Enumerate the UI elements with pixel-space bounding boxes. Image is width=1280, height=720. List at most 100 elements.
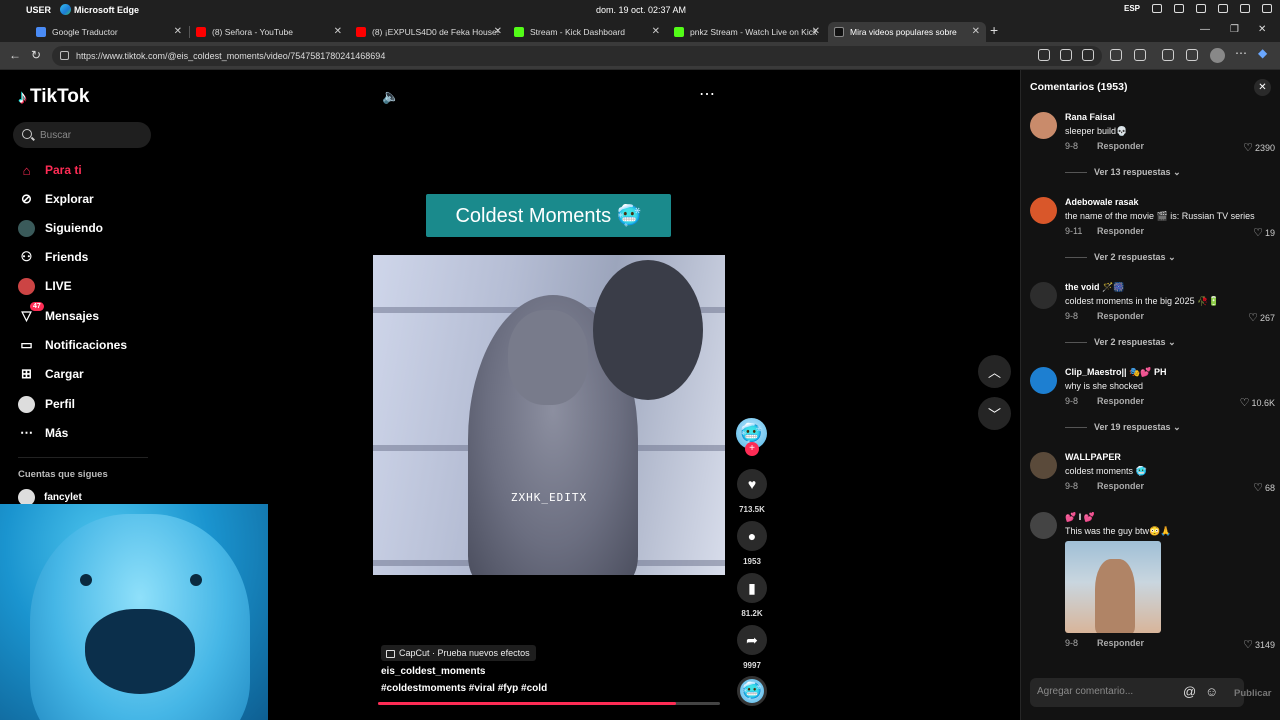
like-action[interactable]: ♥ 713.5K — [736, 469, 768, 514]
close-icon[interactable]: ✕ — [812, 26, 820, 37]
comment-input[interactable]: Agregar comentario... @ ☺ — [1030, 678, 1244, 707]
effect-tag[interactable]: CapCut · Prueba nuevos efectos — [381, 645, 536, 661]
nav-mas[interactable]: ⋯ Más — [18, 423, 68, 443]
next-video-button[interactable]: ﹀ — [978, 397, 1011, 430]
close-comments-button[interactable]: ✕ — [1254, 79, 1271, 96]
avatar[interactable] — [1030, 282, 1057, 309]
comment-like[interactable]: ♡ 267 — [1248, 311, 1275, 324]
heart-icon[interactable]: ♥ — [737, 469, 767, 499]
nav-notificaciones[interactable]: ▭ Notificaciones — [18, 335, 127, 355]
comment-author[interactable]: WALLPAPER — [1065, 452, 1121, 462]
comment-like[interactable]: ♡ 3149 — [1243, 638, 1275, 651]
close-icon[interactable]: ✕ — [494, 26, 502, 37]
mention-icon[interactable]: @ — [1183, 684, 1196, 699]
extension-icon[interactable] — [1110, 49, 1122, 61]
translate-page-icon[interactable] — [1060, 49, 1072, 61]
reload-button[interactable]: ↻ — [31, 48, 41, 62]
more-options-icon[interactable]: ⋯ — [699, 84, 715, 104]
minimize-button[interactable]: — — [1200, 24, 1210, 35]
close-window-button[interactable]: ✕ — [1258, 24, 1266, 35]
nav-friends[interactable]: ⚇ Friends — [18, 247, 89, 267]
comment-author[interactable]: Clip_Maestro|| 🎭💕 PH — [1065, 367, 1166, 378]
tab-kick-dashboard[interactable]: Stream - Kick Dashboard ✕ — [508, 22, 666, 42]
comment-icon[interactable]: ● — [737, 521, 767, 551]
nav-cargar[interactable]: ⊞ Cargar — [18, 364, 84, 384]
video-progress-bar[interactable] — [378, 702, 720, 705]
close-icon[interactable]: ✕ — [972, 26, 980, 37]
avatar[interactable] — [1030, 512, 1057, 539]
split-screen-icon[interactable] — [1038, 49, 1050, 61]
close-icon[interactable]: ✕ — [334, 26, 342, 37]
extensions-puzzle-icon[interactable] — [1134, 49, 1146, 61]
reply-button[interactable]: Responder — [1097, 141, 1144, 151]
avatar[interactable] — [1030, 452, 1057, 479]
comment-image[interactable] — [1065, 541, 1161, 633]
view-replies-button[interactable]: Ver 19 respuestas ⌄ — [1065, 422, 1181, 433]
wifi-icon[interactable] — [1196, 4, 1206, 13]
music-disc-icon[interactable]: 🥶 — [737, 676, 767, 706]
tab-youtube-expulsado[interactable]: (8) ¡EXPULS4D0 de Feka House! ✕ — [350, 22, 508, 42]
share-icon[interactable]: ➦ — [737, 625, 767, 655]
tab-kick-stream[interactable]: pnkz Stream - Watch Live on Kick ✕ — [668, 22, 826, 42]
follow-plus-icon[interactable]: + — [745, 442, 759, 456]
notification-icon[interactable] — [1240, 4, 1250, 13]
nav-siguiendo[interactable]: Siguiendo — [18, 218, 103, 238]
close-icon[interactable]: ✕ — [652, 26, 660, 37]
favorites-icon[interactable] — [1186, 49, 1198, 61]
reply-button[interactable]: Responder — [1097, 638, 1144, 648]
volume-icon[interactable]: 🔈 — [382, 88, 399, 105]
comment-like[interactable]: ♡ 68 — [1253, 481, 1275, 494]
comment-author[interactable]: 💕 I 💕 — [1065, 512, 1095, 523]
menu-icon[interactable]: ⋯ — [1235, 46, 1247, 60]
display-icon[interactable] — [1174, 4, 1184, 13]
reply-button[interactable]: Responder — [1097, 396, 1144, 406]
comment-like[interactable]: ♡ 2390 — [1243, 141, 1275, 154]
monitor-icon[interactable] — [1152, 4, 1162, 13]
avatar[interactable] — [1030, 197, 1057, 224]
reply-button[interactable]: Responder — [1097, 226, 1144, 236]
new-tab-button[interactable]: + — [990, 22, 998, 38]
reply-button[interactable]: Responder — [1097, 481, 1144, 491]
copilot-icon[interactable]: ◆ — [1258, 46, 1267, 60]
settings-icon[interactable] — [1262, 4, 1272, 13]
address-bar[interactable]: https://www.tiktok.com/@eis_coldest_mome… — [52, 46, 1102, 66]
back-button[interactable]: ← — [9, 48, 21, 62]
bookmark-icon[interactable]: ▮ — [737, 573, 767, 603]
creator-avatar[interactable]: 🥶 + — [736, 418, 767, 456]
comment-author[interactable]: the void 🪄🎆 — [1065, 282, 1124, 293]
favorite-star-icon[interactable] — [1082, 49, 1094, 61]
tab-tiktok[interactable]: Mira videos populares sobre ✕ — [828, 22, 986, 42]
view-replies-button[interactable]: Ver 13 respuestas ⌄ — [1065, 167, 1181, 178]
previous-video-button[interactable]: ︿ — [978, 355, 1011, 388]
view-replies-button[interactable]: Ver 2 respuestas ⌄ — [1065, 252, 1176, 263]
comment-author[interactable]: Rana Faisal — [1065, 112, 1115, 122]
avatar[interactable] — [1030, 112, 1057, 139]
nav-live[interactable]: LIVE — [18, 276, 72, 296]
comment-like[interactable]: ♡ 10.6K — [1240, 396, 1275, 409]
tab-youtube-senora[interactable]: (8) Señora - YouTube ✕ — [190, 22, 348, 42]
volume-icon[interactable] — [1218, 4, 1228, 13]
comment-action[interactable]: ● 1953 — [736, 521, 768, 566]
profile-avatar[interactable] — [1210, 48, 1225, 63]
share-action[interactable]: ➦ 9997 — [736, 625, 768, 670]
tab-google-translate[interactable]: Google Traductor ✕ — [30, 22, 188, 42]
comment-author[interactable]: Adebowale rasak — [1065, 197, 1139, 207]
video-frame[interactable]: ZXHK_EDITX — [373, 255, 725, 575]
close-icon[interactable]: ✕ — [174, 26, 182, 37]
tiktok-logo[interactable]: ♪ TikTok — [18, 86, 89, 108]
language-indicator[interactable]: ESP — [1124, 4, 1140, 13]
performance-icon[interactable] — [1162, 49, 1174, 61]
comment-like[interactable]: ♡ 19 — [1253, 226, 1275, 239]
publish-button[interactable]: Publicar — [1234, 688, 1272, 699]
reply-button[interactable]: Responder — [1097, 311, 1144, 321]
view-replies-button[interactable]: Ver 2 respuestas ⌄ — [1065, 337, 1176, 348]
nav-explorar[interactable]: ⊘ Explorar — [18, 189, 94, 209]
maximize-button[interactable]: ❐ — [1230, 24, 1239, 35]
nav-mensajes[interactable]: ▽ 47 Mensajes — [18, 301, 99, 326]
video-hashtags[interactable]: #coldestmoments #viral #fyp #cold — [381, 683, 547, 694]
nav-para-ti[interactable]: ⌂ Para ti — [18, 160, 82, 180]
video-author[interactable]: eis_coldest_moments — [381, 666, 486, 677]
emoji-icon[interactable]: ☺ — [1205, 684, 1218, 699]
search-input[interactable]: Buscar — [13, 122, 151, 148]
nav-perfil[interactable]: Perfil — [18, 394, 75, 414]
